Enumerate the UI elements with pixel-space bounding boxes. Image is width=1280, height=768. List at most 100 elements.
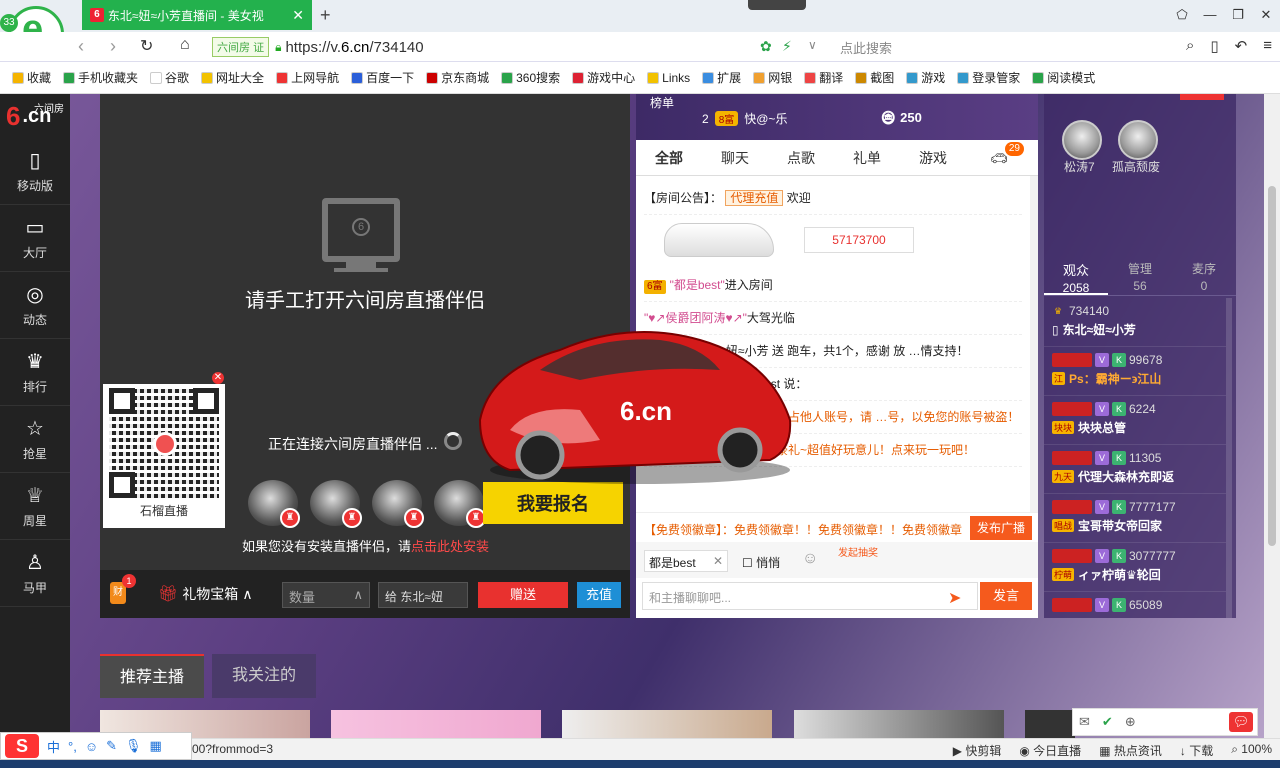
mail-icon[interactable]: ✉ [1079,714,1090,730]
seat-avatar[interactable]: ♜ [310,480,362,528]
bookmark-item[interactable]: 上网导航 [276,69,339,86]
bookmark-item[interactable]: 游戏中心 [572,69,635,86]
nav-item[interactable]: ♙ 马甲 [0,540,70,607]
bookmark-item[interactable]: 扩展 [702,69,741,86]
site-verified-badge[interactable]: 六间房 证 [212,37,270,57]
bookmark-item[interactable]: Links [647,71,690,85]
mic-icon[interactable]: 🎙︎ [125,738,142,754]
recharge-button[interactable]: 充值 [577,582,621,608]
tab-close-icon[interactable]: ✕ [292,7,304,24]
minimize-button[interactable]: — [1196,0,1224,30]
status-zoom[interactable]: ⌕ 100% [1231,742,1272,759]
avatar[interactable] [1118,120,1158,160]
broadcast-text[interactable]: 【免费领徽章】：免费领徽章！！免费领徽章！！免费领徽章 [644,521,964,538]
tab-audience[interactable]: 观众 2058 [1044,254,1108,295]
bookmark-item[interactable]: 翻译 [804,69,843,86]
url-field[interactable]: 六间房 证 🔒︎ https://v.6.cn/734140 [212,35,828,59]
tab-all[interactable]: 全部 [636,140,702,175]
audience-name[interactable]: 宝哥带女帝回家 [1078,517,1162,534]
audience-name[interactable]: 代理大森林充即返 [1078,468,1174,485]
emoji-icon[interactable]: ☺ [85,739,98,754]
audience-name[interactable]: 块块总管 [1078,419,1126,436]
bookmark-item[interactable]: 阅读模式 [1032,69,1095,86]
chat-input[interactable]: 和主播聊聊吧... [642,582,978,610]
zoom-icon[interactable]: ⊕ [1125,714,1136,730]
bookmark-item[interactable]: 360搜索 [501,69,560,86]
quantity-select[interactable]: 数量 ∧ [282,582,370,608]
audience-row[interactable]: V K 6224 块块 块块总管 [1044,396,1226,445]
bookmark-item[interactable]: 收藏 [12,69,51,86]
menu-icon[interactable]: ≡ [1263,37,1272,55]
status-news[interactable]: ▦ 热点资讯 [1099,742,1162,759]
message-user[interactable]: "都是best" [670,278,725,292]
site-logo[interactable]: 6 .cn 六间房 [0,94,70,138]
check-icon[interactable]: ✔ [1102,714,1113,730]
lottery-button[interactable]: 发起抽奖 [838,548,886,572]
status-live[interactable]: ◉ 今日直播 [1019,742,1081,759]
scrollbar-thumb[interactable] [1268,186,1276,546]
nav-item[interactable]: ☆ 抢星 [0,406,70,473]
rank-tab[interactable]: 榜单 [650,94,674,111]
shield-icon[interactable]: ✿ [760,38,772,55]
bookmark-item[interactable]: 手机收藏夹 [63,69,138,86]
qr-close-icon[interactable]: ✕ [212,372,224,384]
audience-scrollbar[interactable] [1226,298,1232,618]
browser-tab-active[interactable]: 6 东北≈妞≈小芳直播间 - 美女视 ✕ [82,0,312,30]
bookmark-item[interactable]: 京东商城 [426,69,489,86]
audience-row[interactable]: V K 11305 九天 代理大森林充即返 [1044,445,1226,494]
bookmark-item[interactable]: 登录管家 [957,69,1020,86]
tab-admins[interactable]: 管理 56 [1108,254,1172,295]
ime-logo[interactable]: S [5,734,39,758]
audience-row[interactable]: ♛ 734140 ▯ 东北≈妞≈小芳 [1044,298,1226,347]
avatar[interactable] [1062,120,1102,160]
chat-scrollbar[interactable] [1030,176,1038,512]
back-icon[interactable]: ‹ [78,36,84,57]
audience-name[interactable]: ィァ柠萌♛轮回 [1078,566,1161,583]
tab-gifts[interactable]: 礼单 [834,140,900,175]
new-tab-button[interactable]: + [320,5,331,26]
rank-row[interactable]: 2 8富 快@~乐 [702,110,787,127]
audience-row[interactable]: V K 65089 [1044,592,1226,618]
grid-icon[interactable]: ▦ [150,738,162,754]
status-download[interactable]: ↓ 下载 [1180,742,1213,759]
bookmark-item[interactable]: 游戏 [906,69,945,86]
send-gift-button[interactable]: 赠送 [478,582,568,608]
send-icon[interactable]: ➤ [948,588,961,608]
tab-following[interactable]: 我关注的 [212,654,316,698]
ime-mode[interactable]: 中 [47,737,60,756]
tab-chat[interactable]: 聊天 [702,140,768,175]
streamer-card[interactable] [331,710,541,738]
forward-icon[interactable]: › [110,36,116,57]
home-icon[interactable]: ⌂ [180,36,190,54]
audience-row[interactable]: V K 7777177 唱战 宝哥带女帝回家 [1044,494,1226,543]
avatar-name[interactable]: 松涛7 [1064,158,1095,175]
car-owner-id[interactable]: 57173700 [804,227,914,253]
page-scrollbar[interactable] [1264,94,1280,738]
phone-icon[interactable]: ▯ [1210,37,1218,55]
nav-item[interactable]: ▯ 移动版 [0,138,70,205]
audience-row[interactable]: V K 3077777 柠萌 ィァ柠萌♛轮回 [1044,543,1226,592]
bookmark-item[interactable]: 网银 [753,69,792,86]
close-icon[interactable]: ✕ [713,554,723,568]
nav-item[interactable]: ♕ 周星 [0,473,70,540]
status-clip[interactable]: ▶︎ 快剪辑 [953,742,1002,759]
gift-box-button[interactable]: 🎁︎ 礼物宝箱 ∧ [158,584,253,604]
audience-name[interactable]: Ps：霸神ー϶江山 [1069,370,1161,387]
nav-item[interactable]: ♛ 排行 [0,339,70,406]
undo-icon[interactable]: ↶ [1235,37,1248,55]
bookmark-item[interactable]: 截图 [855,69,894,86]
seat-avatar[interactable]: ♜ [248,480,300,528]
tab-cars[interactable]: 🚗︎ 29 [966,140,1032,175]
recipient-select[interactable]: 给 东北≈妞 [378,582,468,608]
pen-icon[interactable]: ✎ [106,738,117,754]
nav-item[interactable]: ▭ 大厅 [0,205,70,272]
search-icon[interactable]: ⌕ [1186,37,1194,55]
tab-mic-queue[interactable]: 麦序 0 [1172,254,1236,295]
punctuation-icon[interactable]: °, [68,739,77,754]
streamer-card[interactable] [794,710,1004,738]
broadcast-button[interactable]: 发布广播 [970,516,1032,540]
search-input[interactable]: 点此搜索 [840,38,1130,57]
bookmark-item[interactable]: 谷歌 [150,69,189,86]
tab-recommended[interactable]: 推荐主播 [100,654,204,698]
avatar-name[interactable]: 孤高颓废 [1112,158,1160,175]
